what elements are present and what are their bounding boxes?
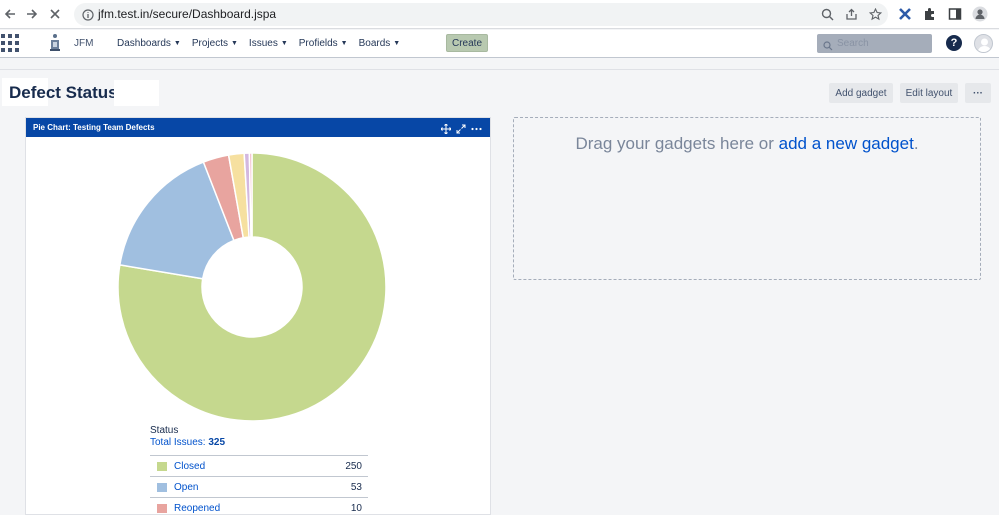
total-issues: Total Issues: 325 [150, 437, 225, 448]
menu-label: Projects [191, 38, 228, 49]
back-arrow-icon [4, 9, 15, 19]
legend-swatch [157, 504, 167, 513]
more-actions-button[interactable]: ··· [965, 83, 991, 103]
address-bar[interactable]: jfm.test.in/secure/Dashboard.jspa [74, 3, 888, 26]
chevron-down-icon: ▼ [173, 40, 181, 47]
total-issues-label: Total Issues: [150, 437, 206, 448]
forward-button[interactable] [22, 4, 42, 24]
create-button[interactable]: Create [446, 34, 488, 52]
blank-panel [114, 80, 159, 106]
menu-projects[interactable]: Projects ▼ [192, 38, 238, 49]
stop-loading-button[interactable] [45, 4, 65, 24]
statistic-type-label: Status [150, 425, 179, 436]
legend-swatch [157, 483, 167, 492]
search-input[interactable]: Search [817, 34, 932, 53]
dropzone-end: . [913, 134, 919, 153]
legend-row: Open 53 [150, 476, 368, 497]
gadget-menu-icon[interactable] [471, 121, 482, 139]
avatar[interactable] [974, 34, 993, 53]
add-new-gadget-link[interactable]: add a new gadget [779, 134, 914, 153]
legend-table: Closed 250 Open 53 Reopened 10 [150, 455, 368, 514]
forward-arrow-icon [27, 9, 38, 19]
puzzle-icon[interactable] [921, 5, 939, 23]
legend-swatch [157, 462, 167, 471]
chevron-down-icon: ▼ [280, 40, 288, 47]
legend-label[interactable]: Open [174, 482, 198, 493]
gadget-header[interactable]: Pie Chart: Testing Team Defects [26, 118, 490, 139]
company-logo-icon[interactable] [48, 33, 62, 53]
add-gadget-button[interactable]: Add gadget [829, 83, 893, 103]
brand-name[interactable]: JFM [74, 38, 93, 49]
legend-label[interactable]: Reopened [174, 503, 220, 514]
pie-chart [117, 152, 387, 422]
legend-value: 10 [350, 503, 362, 514]
dropzone-message: Drag your gadgets here or add a new gadg… [514, 134, 980, 154]
menu-label: Profields [298, 38, 338, 49]
edit-layout-button[interactable]: Edit layout [900, 83, 958, 103]
chevron-down-icon: ▼ [393, 40, 401, 47]
profile-icon[interactable] [971, 5, 989, 23]
menu-boards[interactable]: Boards ▼ [359, 38, 401, 49]
app-header: JFM Dashboards ▼ Projects ▼ Issues ▼ Profie… [0, 30, 999, 58]
legend-row: Closed 250 [150, 455, 368, 476]
legend-value: 250 [345, 461, 362, 472]
menu-label: Boards [358, 38, 391, 49]
side-panel-icon[interactable] [946, 5, 964, 23]
menu-label: Dashboards [117, 38, 171, 49]
extension-x-icon[interactable] [896, 5, 914, 23]
menu-label: Issues [248, 38, 278, 49]
search-placeholder: Search [837, 38, 869, 49]
close-icon [50, 9, 60, 19]
main-menu: Dashboards ▼ Projects ▼ Issues ▼ Profields ▼… [117, 38, 400, 49]
chevron-down-icon: ▼ [340, 40, 348, 47]
legend-value: 53 [350, 482, 362, 493]
legend-row: Reopened 10 [150, 497, 368, 514]
browser-toolbar: jfm.test.in/secure/Dashboard.jspa [0, 0, 999, 29]
zoom-icon[interactable] [818, 6, 836, 24]
help-icon[interactable]: ? [946, 35, 962, 51]
url-text[interactable]: jfm.test.in/secure/Dashboard.jspa [98, 7, 276, 21]
chevron-down-icon: ▼ [230, 40, 238, 47]
app-switcher-icon[interactable] [1, 34, 19, 52]
pie-chart-gadget: Pie Chart: Testing Team Defects Status T… [25, 117, 491, 515]
divider [0, 69, 999, 70]
bookmark-star-icon[interactable] [866, 6, 884, 24]
legend-label[interactable]: Closed [174, 461, 205, 472]
gadget-title: Pie Chart: Testing Team Defects [33, 123, 155, 132]
maximize-icon[interactable] [456, 121, 466, 139]
info-icon[interactable] [82, 8, 94, 26]
search-icon [823, 38, 833, 56]
move-icon[interactable] [440, 121, 452, 139]
menu-issues[interactable]: Issues ▼ [249, 38, 288, 49]
back-button[interactable] [0, 4, 20, 24]
total-issues-value[interactable]: 325 [208, 437, 225, 448]
page-title: Defect Status [9, 83, 118, 102]
menu-profields[interactable]: Profields ▼ [299, 38, 348, 49]
menu-dashboards[interactable]: Dashboards ▼ [117, 38, 181, 49]
dropzone-text: Drag your gadgets here or [575, 134, 774, 153]
share-icon[interactable] [842, 6, 860, 24]
gadget-dropzone: Drag your gadgets here or add a new gadg… [513, 117, 981, 280]
